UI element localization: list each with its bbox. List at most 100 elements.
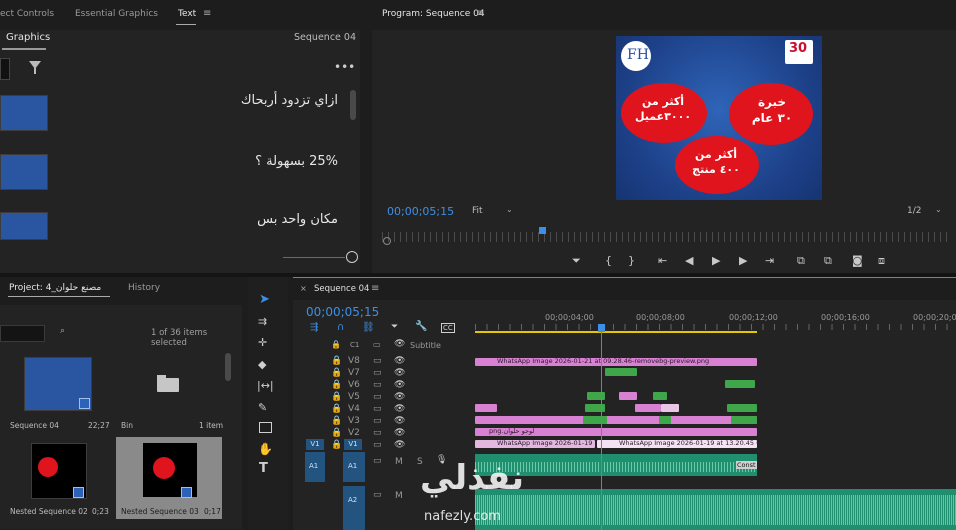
timeline-ruler[interactable]: 00;00;04;00 00;00;08;00 00;00;12;00 00;0… (475, 310, 956, 334)
sync-lock-icon[interactable]: ▭ (373, 380, 382, 390)
rectangle-tool-icon[interactable] (259, 422, 272, 433)
clip-v3[interactable] (475, 416, 757, 424)
go-to-in-icon[interactable]: ⇤ (658, 254, 667, 267)
sync-lock-icon[interactable]: ▭ (373, 416, 382, 426)
eye-icon[interactable]: 👁 (394, 356, 405, 366)
clip-v6[interactable] (725, 380, 755, 388)
play-icon[interactable]: ▶ (712, 254, 720, 267)
a2-source-patch[interactable]: A2 (343, 486, 365, 530)
clip-v4[interactable] (727, 404, 757, 412)
project-item-name[interactable]: Sequence 04 (10, 421, 59, 430)
timeline-playhead-head[interactable] (598, 324, 605, 332)
sync-lock-icon[interactable]: ▭ (373, 456, 382, 466)
track-header-a1[interactable]: A1 (343, 452, 365, 482)
eye-icon[interactable]: 👁 (394, 416, 405, 426)
lock-icon[interactable]: 🔒 (331, 368, 342, 378)
audio-clip-a2[interactable] (475, 489, 956, 530)
source-patch-v1[interactable]: V1 (306, 439, 324, 450)
tab-history[interactable]: History (128, 283, 160, 293)
close-tab-icon[interactable]: × (300, 284, 307, 293)
sync-lock-icon[interactable]: ▭ (373, 368, 382, 378)
lock-icon[interactable]: 🔒 (331, 416, 342, 426)
captions-icon[interactable]: CC (441, 323, 455, 333)
clip-v4[interactable] (585, 404, 605, 412)
linked-selection-icon[interactable]: ⛓ (362, 322, 375, 333)
clip-v5[interactable] (653, 392, 667, 400)
fit-dropdown[interactable]: Fit (472, 206, 483, 216)
timeline-timecode[interactable]: 00;00;05;15 (306, 305, 379, 319)
thumb-size-slider-handle[interactable] (346, 251, 358, 263)
track-header-v5[interactable]: 🔒 V5 ▭ 👁 (293, 392, 473, 403)
tab-project[interactable]: Project: مصنع حلوان_4 (9, 283, 101, 293)
track-header-v6[interactable]: 🔒 V6 ▭ 👁 (293, 380, 473, 391)
sync-lock-icon[interactable]: ▭ (373, 440, 382, 450)
text-item-thumbnail[interactable] (0, 95, 48, 131)
lift-icon[interactable]: ⧉ (797, 254, 805, 268)
clip-v5[interactable] (619, 392, 637, 400)
track-area[interactable]: WhatsApp Image 2026-01-21 at 09.28.46-re… (475, 330, 956, 530)
text-item-label[interactable]: 25% بسهولة ؟ (255, 154, 338, 169)
clip-v8[interactable]: WhatsApp Image 2026-01-21 at 09.28.46-re… (475, 357, 757, 366)
go-to-out-icon[interactable]: ⇥ (765, 254, 774, 267)
mute-button[interactable]: M (395, 457, 403, 467)
clip-v1[interactable]: WhatsApp Image 2026-01-19 (475, 439, 595, 448)
lock-icon[interactable]: 🔒 (331, 356, 342, 366)
source-patch-a1[interactable]: A1 (305, 452, 325, 482)
slip-tool-icon[interactable]: |↔| (257, 379, 274, 392)
clip-v3-accent[interactable] (731, 416, 757, 424)
work-area-bar[interactable] (475, 331, 757, 333)
lock-icon[interactable]: 🔒 (331, 380, 342, 390)
thumb-size-slider[interactable] (283, 257, 345, 258)
sync-lock-icon[interactable]: ▭ (373, 428, 382, 438)
add-marker-icon[interactable]: ⏷ (572, 254, 581, 268)
clip-v3-accent[interactable] (659, 416, 671, 424)
new-search-bin-icon[interactable]: ⌕ (60, 326, 65, 336)
tab-text[interactable]: Text (178, 9, 196, 19)
graphics-subtab[interactable]: Graphics Sequence 04 (0, 30, 360, 50)
mute-button[interactable]: M (395, 491, 403, 501)
eye-icon[interactable]: 👁 (394, 440, 405, 450)
eye-icon[interactable]: 👁 (394, 380, 405, 390)
track-header-v7[interactable]: 🔒 V7 ▭ 👁 (293, 368, 473, 379)
tab-essential-graphics[interactable]: Essential Graphics (75, 9, 158, 19)
razor-tool-icon[interactable]: ◆ (258, 358, 266, 371)
program-menu-icon[interactable]: ≡ (476, 8, 484, 19)
eye-icon[interactable]: 👁 (394, 404, 405, 414)
hand-tool-icon[interactable]: ✋ (258, 442, 273, 456)
mark-in-icon[interactable]: { (605, 254, 612, 267)
mark-out-icon[interactable]: } (628, 254, 635, 267)
clip-v4[interactable] (635, 404, 661, 412)
text-list-scrollbar[interactable] (350, 90, 356, 120)
program-title[interactable]: Program: Sequence 04 (382, 9, 485, 19)
sync-lock-icon[interactable]: ▭ (373, 490, 382, 500)
program-frame[interactable]: FH 30 خبرة ٣٠ عام أكثر من ٣٠٠٠عميل أكثر … (616, 36, 822, 200)
clip-v4[interactable] (661, 404, 679, 412)
clip-v7[interactable] (605, 368, 637, 376)
extract-icon[interactable]: ⧉ (824, 254, 832, 268)
type-tool-icon[interactable]: T (259, 461, 268, 476)
step-back-icon[interactable]: ◀ (685, 254, 693, 267)
lock-icon[interactable]: 🔒 (331, 404, 342, 414)
sync-lock-icon[interactable]: ▭ (373, 392, 382, 402)
resolution-dropdown[interactable]: 1/2 (907, 206, 921, 216)
clip-v2[interactable]: لوجو حلوان.png (475, 427, 757, 436)
snap-icon[interactable]: ∩ (337, 322, 344, 333)
timeline-playhead-line[interactable] (601, 330, 602, 530)
timeline-menu-icon[interactable]: ≡ (371, 283, 379, 294)
sync-lock-icon[interactable]: ▭ (373, 340, 381, 349)
track-select-tool-icon[interactable]: ⇉ (258, 315, 267, 328)
text-item-label[interactable]: ازاي تزدود أربحاك (241, 93, 338, 108)
text-search-field[interactable] (0, 58, 10, 80)
timeline-tab[interactable]: Sequence 04 (314, 284, 369, 294)
lock-icon[interactable]: 🔒 (331, 428, 342, 438)
selection-tool-icon[interactable]: ➤ (259, 292, 270, 307)
program-mini-ruler[interactable] (382, 232, 952, 242)
clip-v1[interactable]: WhatsApp Image 2026-01-19 at 13.20.45 ( (597, 439, 759, 448)
clip-v4[interactable] (475, 404, 497, 412)
sync-lock-icon[interactable]: ▭ (373, 356, 382, 366)
step-forward-icon[interactable]: ▶ (739, 254, 747, 267)
eye-icon[interactable]: 👁 (394, 392, 405, 402)
eye-icon[interactable]: 👁 (394, 339, 405, 349)
lock-icon[interactable]: 🔒 (331, 340, 341, 349)
program-timecode[interactable]: 00;00;05;15 (387, 205, 454, 218)
